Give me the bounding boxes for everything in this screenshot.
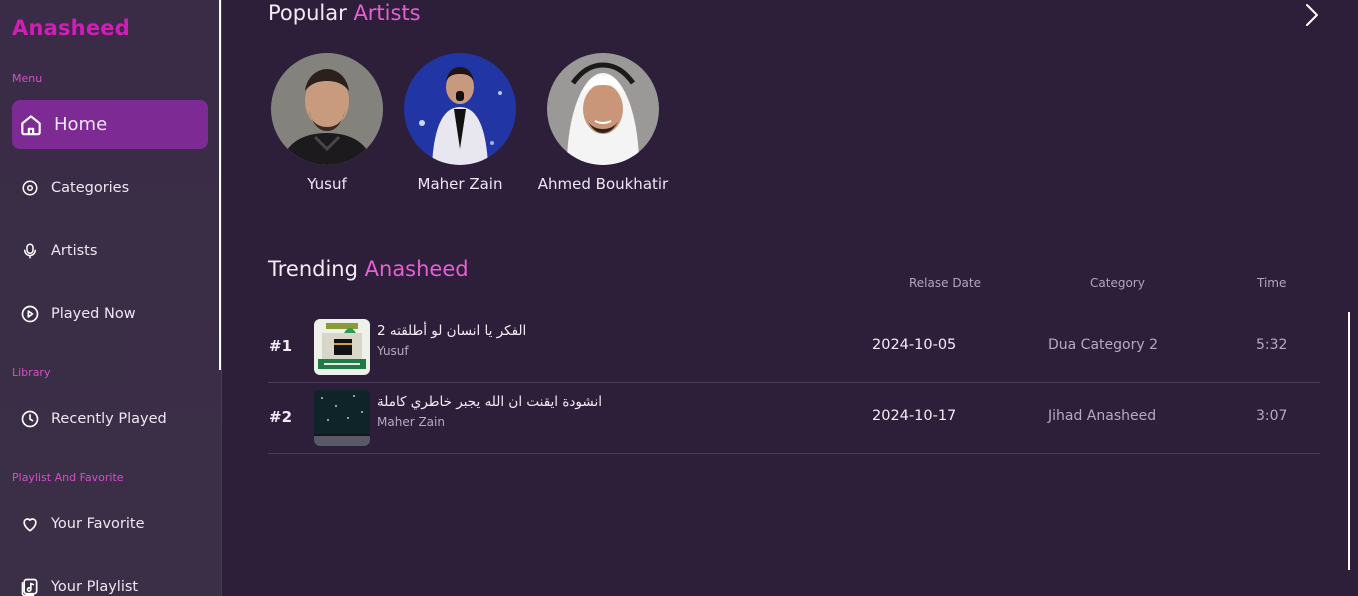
artist-avatar[interactable]	[271, 53, 383, 165]
sidebar-item-your-playlist[interactable]: Your Playlist	[12, 562, 208, 596]
heading-text: Popular	[268, 1, 347, 25]
track-category: Dua Category 2	[1048, 337, 1158, 353]
track-title[interactable]: انشودة ايقنت ان الله يجبر خاطري كاملة	[377, 394, 602, 410]
main-content: Popular Artists Yusuf Maher Zain Ahmed B…	[222, 0, 1358, 596]
sidebar-item-your-favorite[interactable]: Your Favorite	[12, 499, 208, 548]
main-scrollbar[interactable]	[1348, 312, 1350, 570]
sidebar-item-label: Your Playlist	[51, 578, 139, 595]
artist-name: Maher Zain	[417, 175, 503, 193]
heading-text: Trending	[268, 257, 358, 281]
track-release-date: 2024-10-17	[872, 408, 957, 424]
microphone-icon	[20, 241, 40, 261]
library-section-label: Library	[12, 366, 51, 379]
track-rank: #1	[269, 337, 293, 355]
sidebar-item-label: Artists	[51, 242, 98, 259]
app-logo[interactable]: Anasheed	[12, 16, 130, 40]
artist-name: Yusuf	[307, 175, 347, 193]
chevron-right-icon[interactable]	[1300, 2, 1322, 28]
artist-card[interactable]: Maher Zain	[401, 53, 519, 193]
track-artist[interactable]: Yusuf	[377, 344, 409, 358]
artist-avatar[interactable]	[404, 53, 516, 165]
track-thumbnail[interactable]	[314, 390, 370, 446]
sidebar-scrollbar[interactable]	[219, 0, 221, 370]
track-thumbnail[interactable]	[314, 319, 370, 375]
menu-section-label: Menu	[12, 72, 43, 85]
clock-icon	[20, 409, 40, 429]
heart-icon	[20, 514, 40, 534]
sidebar-item-label: Recently Played	[51, 410, 167, 427]
trending-anasheed-heading: Trending Anasheed	[268, 257, 469, 281]
sidebar-item-recently-played[interactable]: Recently Played	[12, 394, 208, 443]
track-rank: #2	[269, 408, 293, 426]
track-duration: 3:07	[1256, 408, 1288, 424]
sidebar-item-categories[interactable]: Categories	[12, 163, 208, 212]
track-category: Jihad Anasheed	[1048, 408, 1157, 424]
artist-card[interactable]: Ahmed Boukhatir	[536, 53, 670, 193]
sidebar-item-label: Your Favorite	[51, 515, 145, 532]
track-row[interactable]: #1 الفكر يا انسان لو أطلقته 2 Yusuf 2024…	[268, 312, 1320, 383]
sidebar: Anasheed Menu Home Categories Artists Pl…	[0, 0, 222, 596]
sidebar-item-home[interactable]: Home	[12, 100, 208, 149]
playlist-icon	[20, 577, 40, 596]
artist-card[interactable]: Yusuf	[268, 53, 386, 193]
heading-accent-text: Artists	[353, 1, 421, 25]
home-icon	[18, 112, 44, 138]
track-title[interactable]: الفكر يا انسان لو أطلقته 2	[377, 323, 526, 339]
column-header-time[interactable]: Time	[1257, 276, 1286, 290]
play-circle-icon	[20, 304, 40, 324]
column-header-release-date[interactable]: Relase Date	[909, 276, 981, 290]
popular-artists-heading: Popular Artists	[268, 1, 421, 25]
sidebar-item-label: Categories	[51, 179, 130, 196]
sidebar-item-artists[interactable]: Artists	[12, 226, 208, 275]
playlist-section-label: Playlist And Favorite	[12, 471, 124, 484]
column-header-category[interactable]: Category	[1090, 276, 1145, 290]
track-artist[interactable]: Maher Zain	[377, 415, 445, 429]
heading-accent-text: Anasheed	[364, 257, 469, 281]
track-release-date: 2024-10-05	[872, 337, 957, 353]
artist-name: Ahmed Boukhatir	[537, 175, 669, 193]
track-duration: 5:32	[1256, 337, 1288, 353]
disc-icon	[20, 178, 40, 198]
sidebar-item-played-now[interactable]: Played Now	[12, 289, 208, 338]
track-row[interactable]: #2 انشودة ايقنت ان الله يجبر خاطري كاملة…	[268, 383, 1320, 454]
artist-avatar[interactable]	[547, 53, 659, 165]
sidebar-item-label: Home	[54, 114, 108, 135]
sidebar-item-label: Played Now	[51, 305, 136, 322]
